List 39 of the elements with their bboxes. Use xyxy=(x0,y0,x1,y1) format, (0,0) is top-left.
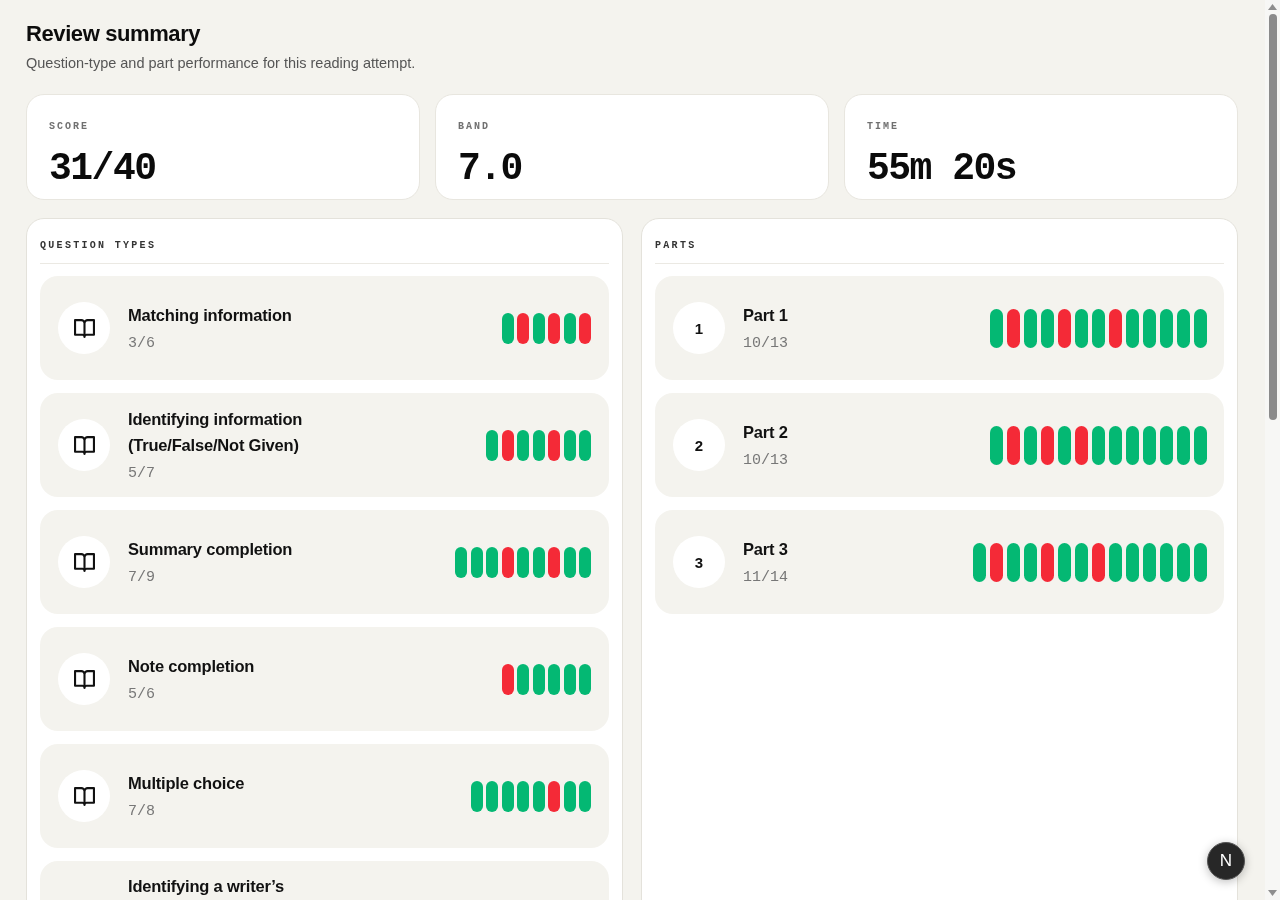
panel-heading: PARTS xyxy=(655,240,697,251)
question-type-title: Note completion xyxy=(128,655,255,677)
score-text: 7/9 xyxy=(128,567,155,588)
stat-label: TIME xyxy=(867,121,899,133)
book-icon xyxy=(73,669,95,689)
part-number: 1 xyxy=(673,302,725,354)
question-type-title: Identifying information (True/False/Not Given) xyxy=(128,408,304,456)
question-type-title: Summary completion xyxy=(128,538,293,560)
panel-heading: QUESTION TYPES xyxy=(40,240,157,251)
question-type-title: Multiple choice xyxy=(128,772,245,794)
score-text: 5/6 xyxy=(128,684,155,705)
stat-value: 7.0 xyxy=(458,147,522,191)
scrollbar-track[interactable] xyxy=(1265,0,1280,900)
part-number: 2 xyxy=(673,419,725,471)
book-icon xyxy=(73,786,95,806)
book-icon xyxy=(73,318,95,338)
score-text: 10/13 xyxy=(743,333,788,354)
stat-value: 55m 20s xyxy=(867,147,1017,191)
score-text: 7/8 xyxy=(128,801,155,822)
scrollbar-thumb[interactable] xyxy=(1268,14,1277,420)
score-text: 11/14 xyxy=(743,567,788,588)
part-title: Part 2 xyxy=(743,421,788,443)
scroll-down-arrow-icon[interactable] xyxy=(1268,890,1277,896)
stat-value: 31/40 xyxy=(49,147,156,191)
page-subtitle: Question-type and part performance for this reading attempt. xyxy=(26,54,416,73)
book-icon xyxy=(73,435,95,455)
part-title: Part 1 xyxy=(743,304,788,326)
score-text: 10/13 xyxy=(743,450,788,471)
part-title: Part 3 xyxy=(743,538,788,560)
part-number: 3 xyxy=(673,536,725,588)
score-text: 3/6 xyxy=(128,333,155,354)
question-type-title: Identifying a writer’s xyxy=(128,876,285,897)
page-title: Review summary xyxy=(26,20,201,48)
scroll-up-arrow-icon[interactable] xyxy=(1268,4,1277,10)
stat-label: SCORE xyxy=(49,121,89,133)
score-text: 5/7 xyxy=(128,463,155,484)
stat-label: BAND xyxy=(458,121,490,133)
question-type-title: Matching information xyxy=(128,304,292,326)
book-icon xyxy=(73,552,95,572)
